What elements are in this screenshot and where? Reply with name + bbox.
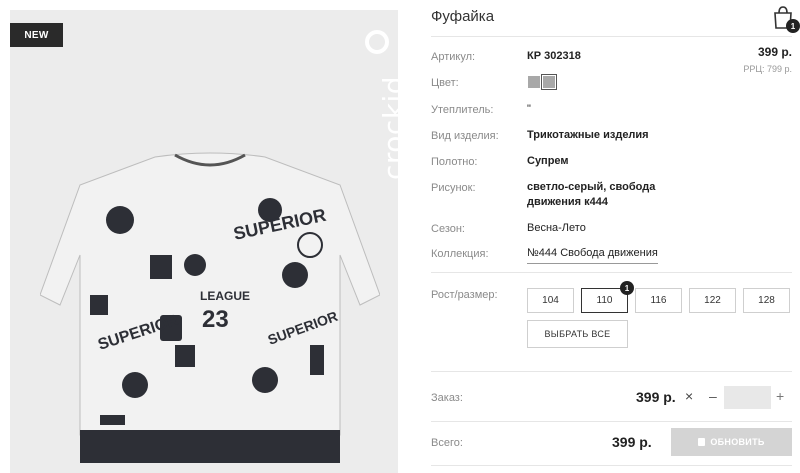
type-label: Вид изделия: — [431, 130, 499, 142]
total-price: 399 р. — [612, 434, 652, 450]
size-count-badge: 1 — [620, 281, 634, 295]
divider — [431, 36, 792, 37]
pattern-label: Рисунок: — [431, 182, 476, 194]
collection-link[interactable]: №444 Свобода движения — [527, 246, 658, 264]
size-option-128[interactable]: 128 — [743, 288, 790, 313]
fabric-value: Супрем — [527, 155, 569, 167]
color-label: Цвет: — [431, 77, 459, 89]
remove-icon[interactable]: × — [685, 388, 693, 404]
season-label: Сезон: — [431, 223, 465, 235]
total-label: Всего: — [431, 437, 463, 449]
product-title: Фуфайка — [431, 8, 495, 25]
color-swatch-selected[interactable] — [541, 74, 557, 90]
fabric-label: Полотно: — [431, 156, 478, 168]
quantity-decrement-button[interactable]: – — [709, 388, 717, 404]
collection-label: Коллекция: — [431, 248, 489, 260]
bag-icon — [698, 438, 706, 446]
divider — [431, 371, 792, 372]
article-value: КР 302318 — [527, 50, 581, 62]
insulation-label: Утеплитель: — [431, 104, 494, 116]
update-button[interactable]: ОБНОВИТЬ — [671, 428, 792, 456]
order-label: Заказ: — [431, 392, 463, 404]
order-price: 399 р. — [636, 389, 676, 405]
update-button-label: ОБНОВИТЬ — [710, 437, 765, 447]
size-option-104[interactable]: 104 — [527, 288, 574, 313]
quantity-input[interactable] — [724, 386, 771, 409]
divider — [431, 465, 792, 466]
article-label: Артикул: — [431, 51, 476, 63]
size-label: Рост/размер: — [431, 289, 498, 301]
svg-text:23: 23 — [202, 306, 229, 333]
divider — [431, 421, 792, 422]
color-swatch[interactable] — [528, 76, 540, 88]
product-image[interactable]: NEW crockid SUPERIOR SUPERIOR SUPERIOR L… — [10, 10, 398, 473]
price: 399 р. — [757, 45, 792, 59]
cart-count-badge: 1 — [786, 19, 800, 33]
tshirt-illustration: SUPERIOR SUPERIOR SUPERIOR LEAGUE 23 — [40, 152, 380, 463]
size-option-116[interactable]: 116 — [635, 288, 682, 313]
season-value: Весна-Лето — [527, 222, 586, 234]
rrp-price: РРЦ: 799 р. — [743, 64, 792, 74]
quantity-increment-button[interactable]: + — [776, 388, 784, 404]
insulation-value: " — [527, 103, 531, 115]
size-option-122[interactable]: 122 — [689, 288, 736, 313]
cart-button[interactable]: 1 — [772, 5, 800, 33]
brand-logo-mark — [365, 30, 389, 54]
divider — [431, 272, 792, 273]
brand-logo-text: crockid — [377, 75, 398, 180]
svg-text:LEAGUE: LEAGUE — [200, 289, 250, 303]
type-value: Трикотажные изделия — [527, 129, 649, 141]
pattern-value-line2: движения к444 — [527, 196, 609, 208]
new-badge: NEW — [10, 23, 63, 47]
select-all-button[interactable]: ВЫБРАТЬ ВСЕ — [527, 320, 628, 348]
pattern-value-line1: светло-серый, свобода — [527, 181, 656, 193]
